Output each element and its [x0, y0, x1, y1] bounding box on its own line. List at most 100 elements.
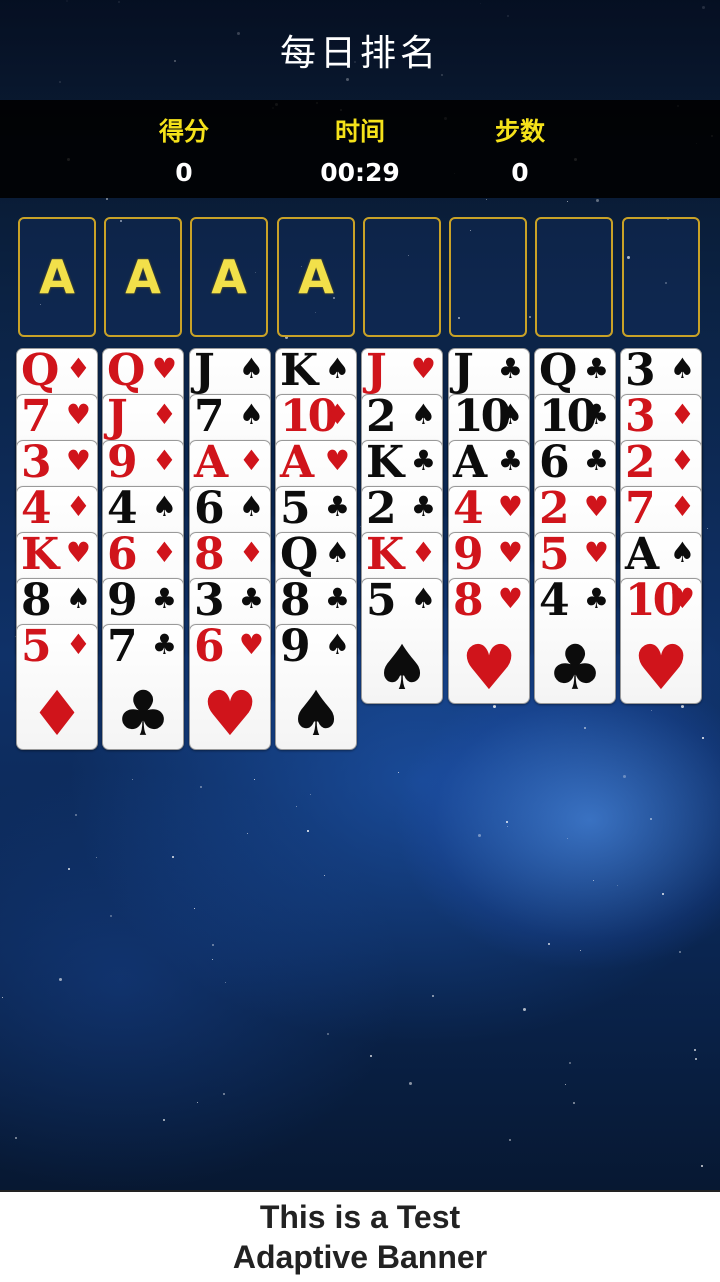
playing-card[interactable]: 7 ♣ ♣ — [102, 624, 184, 750]
diamonds-icon: ♦ — [669, 398, 695, 431]
star — [432, 995, 434, 997]
clubs-icon: ♣ — [151, 582, 177, 615]
star — [398, 772, 399, 773]
free-cell-slot[interactable] — [363, 217, 441, 337]
clubs-icon: ♣ — [115, 677, 171, 750]
spades-icon: ♠ — [238, 490, 264, 523]
star — [478, 834, 481, 837]
star — [163, 1119, 165, 1121]
star — [486, 199, 487, 200]
star — [565, 1084, 566, 1085]
title-bar: 每日排名 — [0, 0, 720, 100]
star — [695, 1058, 697, 1060]
star — [596, 199, 599, 202]
diamonds-icon: ♦ — [65, 352, 91, 385]
card-rank: J — [366, 348, 387, 396]
card-rank: 6 — [107, 532, 138, 580]
hearts-icon: ♥ — [583, 490, 609, 523]
card-rank: J — [194, 348, 215, 396]
hearts-icon: ♥ — [497, 582, 523, 615]
stats-bar: 得分 0 时间 00:29 步数 0 — [0, 100, 720, 198]
spades-icon: ♠ — [324, 628, 350, 661]
star — [651, 710, 652, 711]
free-cell-slot[interactable] — [449, 217, 527, 337]
card-rank: K — [366, 532, 404, 580]
card-rank: 6 — [539, 440, 570, 488]
diamonds-icon: ♦ — [669, 490, 695, 523]
playing-card[interactable]: 9 ♠ ♠ — [275, 624, 357, 750]
card-rank: 2 — [625, 440, 656, 488]
foundation-slot[interactable]: A — [190, 217, 268, 337]
card-rank: Q — [280, 532, 318, 580]
star — [310, 794, 311, 795]
star — [68, 868, 70, 870]
card-rank: A — [194, 440, 228, 488]
clubs-icon: ♣ — [238, 582, 264, 615]
playing-card[interactable]: 6 ♥ ♥ — [189, 624, 271, 750]
ad-banner[interactable]: This is a Test Adaptive Banner — [0, 1190, 720, 1282]
foundation-slot[interactable]: A — [104, 217, 182, 337]
star — [132, 779, 133, 780]
card-rank: A — [280, 440, 314, 488]
diamonds-icon: ♦ — [669, 444, 695, 477]
card-rank: 7 — [107, 624, 138, 672]
foundation-slot[interactable]: A — [277, 217, 355, 337]
star — [580, 950, 581, 951]
card-rank: 8 — [280, 578, 311, 626]
playing-card[interactable]: 5 ♦ ♦ — [16, 624, 98, 750]
star — [197, 1102, 198, 1103]
playing-card[interactable]: 5 ♠ ♠ — [361, 578, 443, 704]
clubs-icon: ♣ — [547, 631, 603, 704]
card-rank: 5 — [280, 486, 311, 534]
score-stat: 得分 0 — [104, 112, 264, 187]
star — [59, 978, 62, 981]
playing-card[interactable]: 8 ♥ ♥ — [448, 578, 530, 704]
star — [507, 826, 508, 827]
star — [523, 1008, 526, 1011]
free-cell-slot[interactable] — [535, 217, 613, 337]
star — [702, 737, 704, 739]
star — [223, 1093, 225, 1095]
playing-card[interactable]: 10 ♥ ♥ — [620, 578, 702, 704]
card-rank: K — [366, 440, 404, 488]
hearts-icon: ♥ — [633, 631, 689, 704]
hearts-icon: ♥ — [583, 536, 609, 569]
banner-line-1: This is a Test — [259, 1199, 461, 1235]
spades-icon: ♠ — [288, 677, 344, 750]
moves-stat: 步数 0 — [440, 112, 600, 187]
clubs-icon: ♣ — [151, 628, 177, 661]
star — [327, 1033, 329, 1035]
slot-label: A — [211, 250, 247, 304]
star — [212, 944, 214, 946]
card-rank: 5 — [366, 578, 397, 626]
foundation-slot[interactable]: A — [18, 217, 96, 337]
star — [567, 838, 568, 839]
star — [573, 1102, 575, 1104]
card-rank: 9 — [280, 624, 311, 672]
star — [15, 1137, 17, 1139]
hearts-icon: ♥ — [202, 677, 258, 750]
card-rank: 5 — [539, 532, 570, 580]
card-rank: 4 — [539, 578, 570, 626]
star — [623, 775, 626, 778]
card-rank: 9 — [453, 532, 484, 580]
star — [701, 1165, 703, 1167]
card-rank: 8 — [21, 578, 52, 626]
spades-icon: ♠ — [497, 398, 523, 431]
diamonds-icon: ♦ — [65, 628, 91, 661]
diamonds-icon: ♦ — [324, 398, 350, 431]
diamonds-icon: ♦ — [151, 536, 177, 569]
card-rank: 5 — [21, 624, 52, 672]
star — [247, 833, 248, 834]
card-rank: 9 — [107, 440, 138, 488]
free-cell-slot[interactable] — [622, 217, 700, 337]
spades-icon: ♠ — [151, 490, 177, 523]
slot-label: A — [39, 250, 75, 304]
playing-card[interactable]: 4 ♣ ♣ — [534, 578, 616, 704]
star — [509, 1139, 511, 1141]
card-rank: 2 — [366, 394, 397, 442]
card-rank: 8 — [194, 532, 225, 580]
diamonds-icon: ♦ — [410, 536, 436, 569]
hearts-icon: ♥ — [410, 352, 436, 385]
hearts-icon: ♥ — [65, 398, 91, 431]
